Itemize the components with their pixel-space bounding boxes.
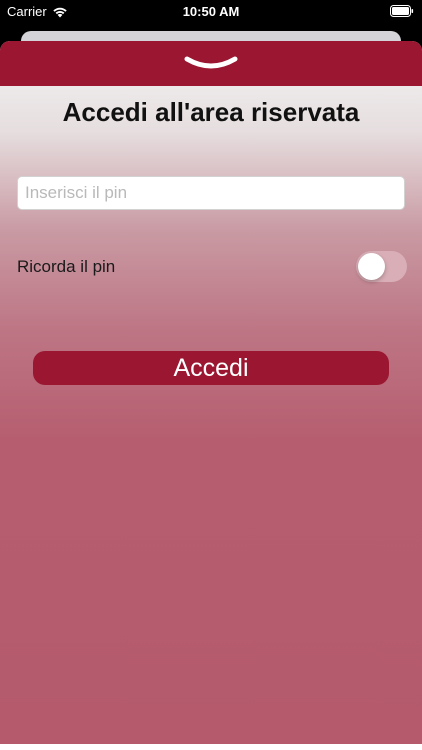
remember-pin-toggle[interactable] xyxy=(356,251,407,282)
login-button[interactable]: Accedi xyxy=(33,351,389,385)
pin-input[interactable] xyxy=(17,176,405,210)
status-bar: Carrier 10:50 AM xyxy=(0,0,422,26)
status-time: 10:50 AM xyxy=(182,4,240,19)
battery-icon xyxy=(390,5,414,20)
page-title: Accedi all'area riservata xyxy=(62,97,360,127)
remember-pin-label: Ricorda il pin xyxy=(17,257,116,276)
chevron-down-icon[interactable] xyxy=(183,55,239,73)
app-screen: Carrier 10:50 AM Accedi all'area riserva… xyxy=(0,0,422,750)
login-sheet: Accedi all'area riservata Ricorda il pin… xyxy=(0,41,422,750)
home-indicator-bar xyxy=(0,744,422,750)
sheet-header xyxy=(0,41,422,86)
toggle-knob xyxy=(358,253,385,280)
